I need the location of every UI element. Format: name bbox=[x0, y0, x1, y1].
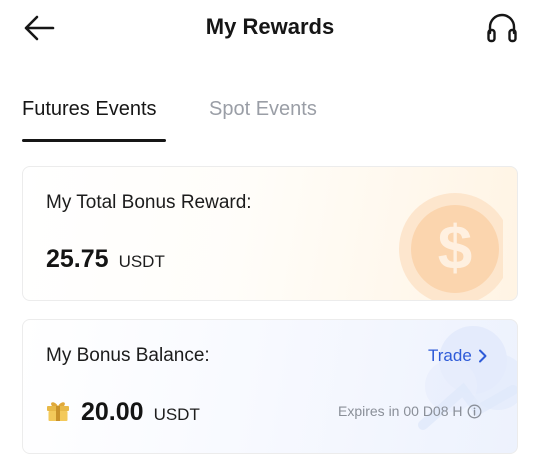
tab-futures-events[interactable]: Futures Events bbox=[22, 98, 157, 121]
bonus-balance-label: My Bonus Balance: bbox=[46, 345, 210, 366]
dollar-coin-icon: $ bbox=[399, 193, 503, 300]
trade-link-label: Trade bbox=[428, 346, 472, 365]
info-icon[interactable] bbox=[467, 404, 482, 419]
bonus-balance-amount: 20.00 bbox=[81, 398, 144, 426]
headset-icon bbox=[487, 13, 517, 43]
chevron-right-icon bbox=[478, 349, 487, 363]
page-title: My Rewards bbox=[205, 14, 335, 39]
total-bonus-amount: 25.75 bbox=[46, 245, 109, 273]
gift-icon bbox=[47, 402, 69, 421]
tab-spot-events[interactable]: Spot Events bbox=[209, 98, 317, 121]
top-bar: My Rewards bbox=[0, 0, 540, 56]
active-tab-indicator bbox=[22, 139, 166, 142]
total-bonus-label: My Total Bonus Reward: bbox=[46, 192, 252, 213]
total-bonus-amount-row: 25.75 USDT bbox=[46, 245, 165, 274]
expiry-countdown: Expires in 00 D08 H bbox=[338, 403, 482, 419]
support-button[interactable] bbox=[484, 11, 520, 45]
svg-text:$: $ bbox=[438, 214, 472, 283]
total-bonus-unit: USDT bbox=[118, 252, 165, 271]
trade-link[interactable]: Trade bbox=[428, 346, 487, 366]
bonus-balance-unit: USDT bbox=[153, 405, 200, 424]
bonus-balance-card: My Bonus Balance: Trade 20.00 USDT Expir… bbox=[22, 319, 518, 454]
total-bonus-card: $ My Total Bonus Reward: 25.75 USDT bbox=[22, 166, 518, 301]
cloud-decoration-icon bbox=[418, 326, 517, 430]
expiry-text: Expires in 00 D08 H bbox=[338, 403, 463, 419]
event-tabs: Futures Events Spot Events bbox=[0, 92, 540, 148]
bonus-balance-amount-row: 20.00 USDT bbox=[81, 398, 200, 427]
rewards-page: My Rewards Futures Events Spot Events $ … bbox=[0, 0, 540, 471]
